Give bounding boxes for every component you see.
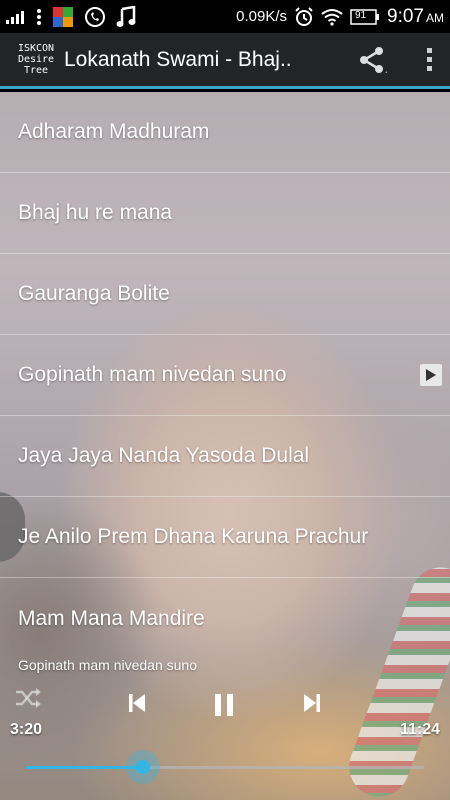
battery-level: 91 bbox=[355, 9, 367, 21]
next-icon bbox=[304, 694, 320, 712]
clock-time: 9:07 bbox=[387, 5, 424, 27]
app-bar: ISKCON Desire Tree Lokanath Swami - Bhaj… bbox=[0, 33, 450, 89]
clock: 9:07 AM bbox=[387, 6, 444, 28]
song-label: Bhaj hu re mana bbox=[18, 201, 173, 224]
wifi-icon bbox=[321, 8, 343, 26]
share-button[interactable] bbox=[350, 38, 394, 82]
now-playing-icon bbox=[420, 364, 442, 386]
seek-bar[interactable] bbox=[26, 750, 424, 784]
previous-button[interactable] bbox=[125, 691, 149, 715]
song-item[interactable]: Je Anilo Prem Dhana Karuna Prachur bbox=[0, 497, 450, 578]
seek-bar-thumb[interactable] bbox=[126, 750, 161, 784]
song-label: Gauranga Bolite bbox=[18, 282, 170, 305]
player-controls: Gopinath mam nivedan suno 3:20 11:24 bbox=[0, 647, 450, 800]
song-item[interactable]: Adharam Madhuram bbox=[0, 92, 450, 173]
app-logo: ISKCON Desire Tree bbox=[10, 43, 62, 76]
previous-icon bbox=[129, 694, 145, 712]
alarm-icon bbox=[294, 6, 314, 27]
music-note-icon bbox=[116, 5, 136, 28]
battery-icon: 91 bbox=[350, 8, 380, 25]
share-icon bbox=[360, 46, 387, 73]
song-label: Mam Mana Mandire bbox=[18, 606, 205, 630]
app-title: Lokanath Swami - Bhaj.. bbox=[64, 47, 292, 71]
song-item[interactable]: Bhaj hu re mana bbox=[0, 173, 450, 254]
pause-icon bbox=[215, 694, 233, 716]
menu-dot bbox=[426, 48, 432, 53]
net-speed: 0.09K/s bbox=[236, 8, 288, 25]
logo-line-3: Tree bbox=[23, 65, 49, 76]
shuffle-button[interactable] bbox=[14, 687, 42, 713]
main-content: Adharam Madhuram Bhaj hu re mana Gaurang… bbox=[0, 92, 450, 800]
song-label: Jaya Jaya Nanda Yasoda Dulal bbox=[18, 444, 310, 467]
logo-line-1: ISKCON bbox=[17, 43, 55, 54]
clock-ampm: AM bbox=[426, 10, 444, 25]
song-label: Gopinath mam nivedan suno bbox=[18, 363, 287, 386]
song-item[interactable]: Jaya Jaya Nanda Yasoda Dulal bbox=[0, 416, 450, 497]
song-item-now-playing[interactable]: Gopinath mam nivedan suno bbox=[0, 335, 450, 416]
whatsapp-icon bbox=[84, 6, 106, 28]
total-duration: 11:24 bbox=[399, 721, 440, 738]
song-label: Adharam Madhuram bbox=[18, 120, 210, 143]
pause-button[interactable] bbox=[210, 691, 238, 719]
song-item[interactable]: Gauranga Bolite bbox=[0, 254, 450, 335]
signal-icon bbox=[6, 10, 26, 24]
menu-dot bbox=[426, 66, 432, 71]
next-button[interactable] bbox=[300, 691, 324, 715]
overflow-menu-button[interactable] bbox=[414, 38, 444, 82]
song-label: Je Anilo Prem Dhana Karuna Prachur bbox=[18, 525, 369, 548]
logo-line-2: Desire bbox=[17, 54, 55, 65]
more-notifications-icon bbox=[36, 8, 42, 26]
app-notification-icon bbox=[52, 6, 74, 28]
status-bar: 0.09K/s 91 9:07 AM bbox=[0, 0, 450, 33]
menu-dot bbox=[426, 57, 432, 62]
song-list: Adharam Madhuram Bhaj hu re mana Gaurang… bbox=[0, 92, 450, 659]
elapsed-time: 3:20 bbox=[10, 721, 43, 738]
now-playing-title: Gopinath mam nivedan suno bbox=[18, 657, 197, 673]
shuffle-icon bbox=[16, 688, 41, 708]
